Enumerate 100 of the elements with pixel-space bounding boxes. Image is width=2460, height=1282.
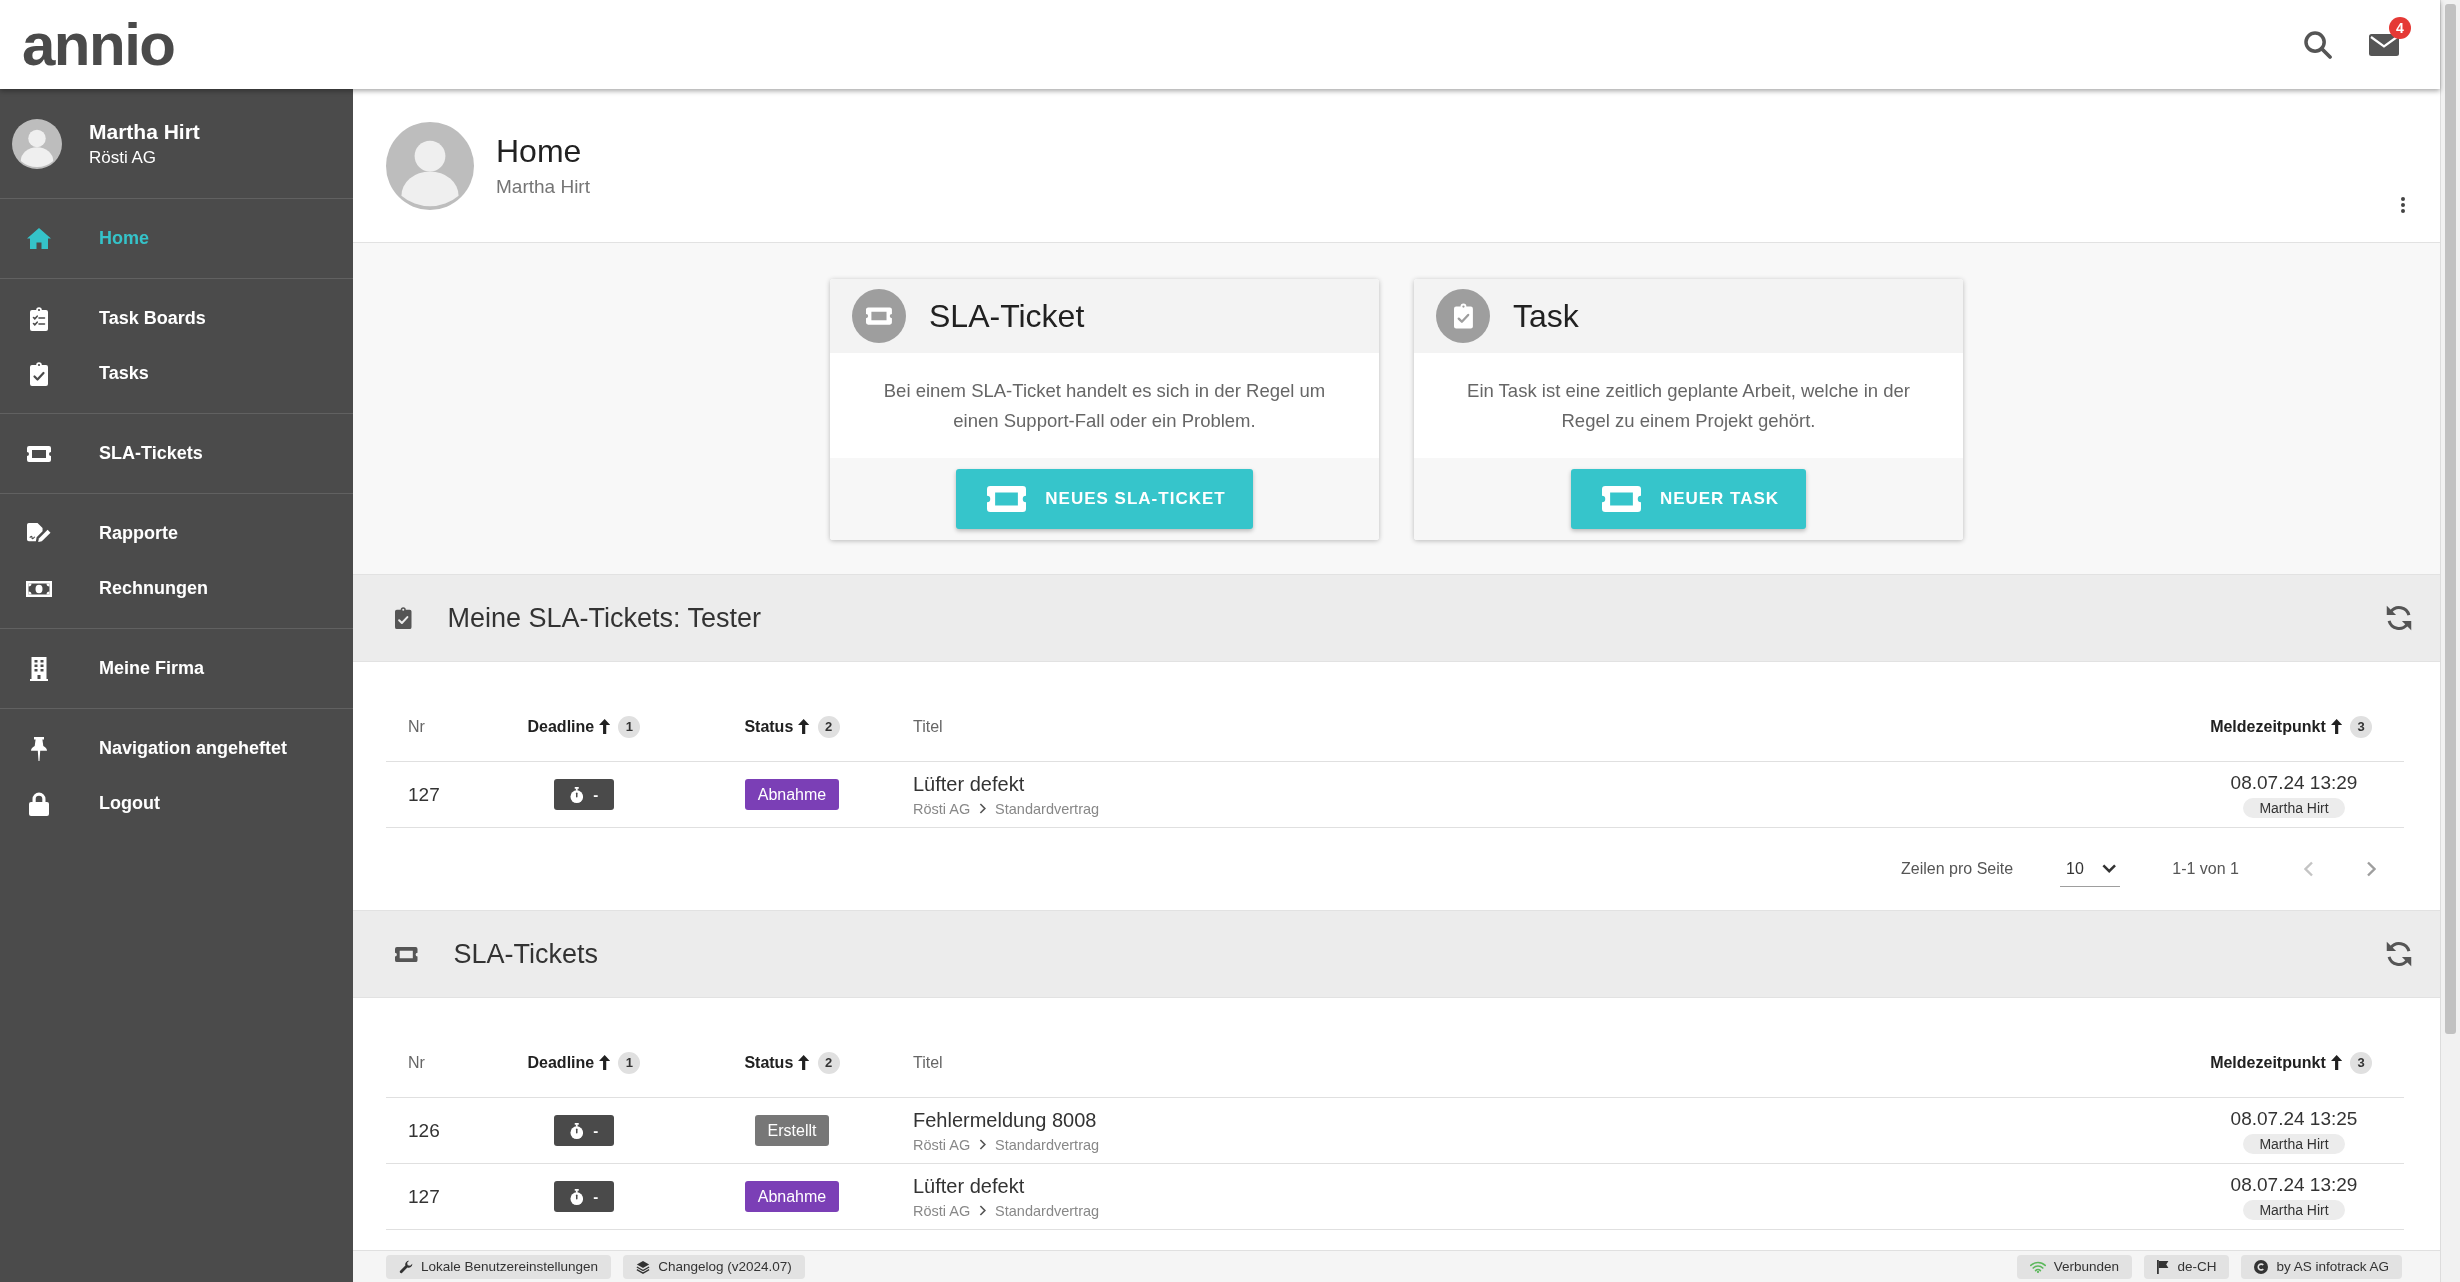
stopwatch-icon: [569, 1188, 584, 1205]
ticket-number: 127: [408, 783, 440, 805]
changelog-button[interactable]: Changelog (v2024.07): [623, 1254, 805, 1279]
column-header[interactable]: Nr: [408, 1053, 425, 1072]
search-icon[interactable]: [2304, 30, 2332, 59]
column-header[interactable]: Deadline 1: [527, 715, 641, 738]
sort-rank-badge: 3: [2350, 715, 2372, 738]
sidebar-item[interactable]: Meine Firma: [0, 641, 353, 696]
flag-icon: [2157, 1259, 2170, 1274]
sidebar-item[interactable]: Rechnungen: [0, 561, 353, 616]
column-header[interactable]: Meldezeitpunkt 3: [2210, 715, 2372, 738]
chevron-right-icon: [979, 803, 987, 814]
column-header[interactable]: Titel: [913, 717, 943, 736]
settings-button[interactable]: Lokale Benutzereinstellungen: [386, 1254, 612, 1279]
mail-icon[interactable]: [2369, 33, 2399, 56]
column-header[interactable]: Meldezeitpunkt 3: [2210, 1051, 2372, 1074]
sidebar-item[interactable]: Logout: [0, 776, 353, 831]
sort-rank-badge: 1: [618, 715, 641, 738]
chevron-right-icon[interactable]: [2366, 861, 2376, 877]
pin-icon: [31, 736, 47, 761]
sort-rank-badge: 2: [817, 1051, 840, 1074]
banknote-icon: [26, 580, 52, 597]
contract-name: Standardvertrag: [995, 1202, 1100, 1219]
column-header[interactable]: Status 2: [744, 715, 840, 738]
status-badge: Abnahme: [744, 1181, 840, 1212]
logo[interactable]: annio: [22, 14, 175, 75]
rows-per-page-select[interactable]: 10: [2060, 851, 2121, 887]
customer-name: Rösti AG: [913, 1136, 971, 1153]
sort-arrow-icon: [599, 1055, 611, 1070]
rows-per-page-label: Zeilen pro Seite: [1901, 860, 2014, 878]
lock-icon: [29, 791, 49, 816]
card-title: Task: [1513, 297, 1579, 335]
ticket-icon: [27, 445, 51, 462]
contract-name: Standardvertrag: [995, 1136, 1100, 1153]
ticket-title[interactable]: Lüfter defekt: [913, 1174, 1025, 1198]
customer-name: Rösti AG: [913, 1202, 971, 1219]
chevron-right-icon: [979, 1139, 987, 1150]
reported-time: 08.07.24 13:25: [2230, 1107, 2358, 1130]
ticket-icon: [395, 946, 418, 962]
ticket-number: 127: [408, 1185, 440, 1207]
sort-arrow-icon: [798, 719, 810, 734]
scrollbar[interactable]: [2440, 0, 2460, 1282]
user-name: Martha Hirt: [89, 119, 200, 144]
reported-time: 08.07.24 13:29: [2230, 1173, 2358, 1196]
sidebar-item[interactable]: Home: [0, 211, 353, 266]
ticket-icon: [987, 486, 1027, 512]
column-header[interactable]: Status 2: [744, 1051, 840, 1074]
clipboard-list-icon: [30, 306, 48, 331]
sort-rank-badge: 2: [817, 715, 840, 738]
sort-arrow-icon: [599, 719, 611, 734]
page-title: Home: [496, 133, 582, 170]
clipboard-check-icon: [395, 607, 412, 629]
ticket-icon: [852, 289, 906, 343]
ticket-title[interactable]: Lüfter defekt: [913, 772, 1025, 796]
sort-rank-badge: 3: [2350, 1051, 2372, 1074]
stopwatch-icon: [569, 786, 584, 803]
connection-label: Verbunden: [2053, 1259, 2120, 1274]
sort-arrow-icon: [798, 1055, 810, 1070]
sidebar-item[interactable]: Tasks: [0, 346, 353, 401]
deadline-button[interactable]: -: [554, 1181, 614, 1212]
language-button[interactable]: de-CH: [2144, 1254, 2230, 1279]
more-options-icon[interactable]: [2401, 197, 2405, 213]
building-icon: [30, 656, 48, 681]
document-pen-icon: [27, 522, 51, 545]
home-icon: [27, 228, 51, 249]
user-avatar: [12, 118, 62, 169]
vendor-link[interactable]: by AS infotrack AG: [2241, 1254, 2402, 1279]
ticket-title[interactable]: Fehlermeldung 8008: [913, 1108, 1097, 1132]
clipboard-check-icon: [30, 361, 48, 386]
refresh-icon[interactable]: [2385, 940, 2413, 968]
layers-icon: [636, 1259, 651, 1274]
card-description: Bei einem SLA-Ticket handelt es sich in der Regel um einen Support-Fall oder ein Problem.: [882, 378, 1327, 433]
copyright-icon: [2254, 1259, 2269, 1274]
ticket-icon: [1601, 486, 1641, 512]
notification-badge: 4: [2389, 16, 2411, 39]
reporter-chip: Martha Hirt: [2243, 1133, 2345, 1154]
reported-time: 08.07.24 13:29: [2230, 771, 2358, 794]
refresh-icon[interactable]: [2385, 604, 2413, 632]
card-title: SLA-Ticket: [929, 297, 1085, 335]
deadline-button[interactable]: -: [554, 779, 614, 810]
page-range: 1-1 von 1: [2172, 860, 2239, 878]
column-header[interactable]: Deadline 1: [527, 1051, 641, 1074]
sidebar-item[interactable]: Navigation angeheftet: [0, 721, 353, 776]
status-badge: Erstellt: [754, 1115, 830, 1146]
section-title: Meine SLA-Tickets: Tester: [447, 602, 762, 634]
deadline-button[interactable]: -: [554, 1115, 614, 1146]
scrollbar-thumb[interactable]: [2445, 4, 2456, 1034]
contract-name: Standardvertrag: [995, 800, 1100, 817]
clipboard-check-icon: [1436, 289, 1490, 343]
sidebar-item[interactable]: SLA-Tickets: [0, 426, 353, 481]
section-title: SLA-Tickets: [453, 938, 599, 970]
page-subtitle: Martha Hirt: [496, 176, 590, 198]
sort-arrow-icon: [2330, 719, 2342, 734]
stopwatch-icon: [569, 1122, 584, 1139]
sidebar-item[interactable]: Task Boards: [0, 291, 353, 346]
sidebar-item[interactable]: Rapporte: [0, 506, 353, 561]
chevron-right-icon: [979, 1205, 987, 1216]
column-header[interactable]: Titel: [913, 1053, 943, 1072]
column-header[interactable]: Nr: [408, 717, 425, 736]
customer-name: Rösti AG: [913, 800, 971, 817]
